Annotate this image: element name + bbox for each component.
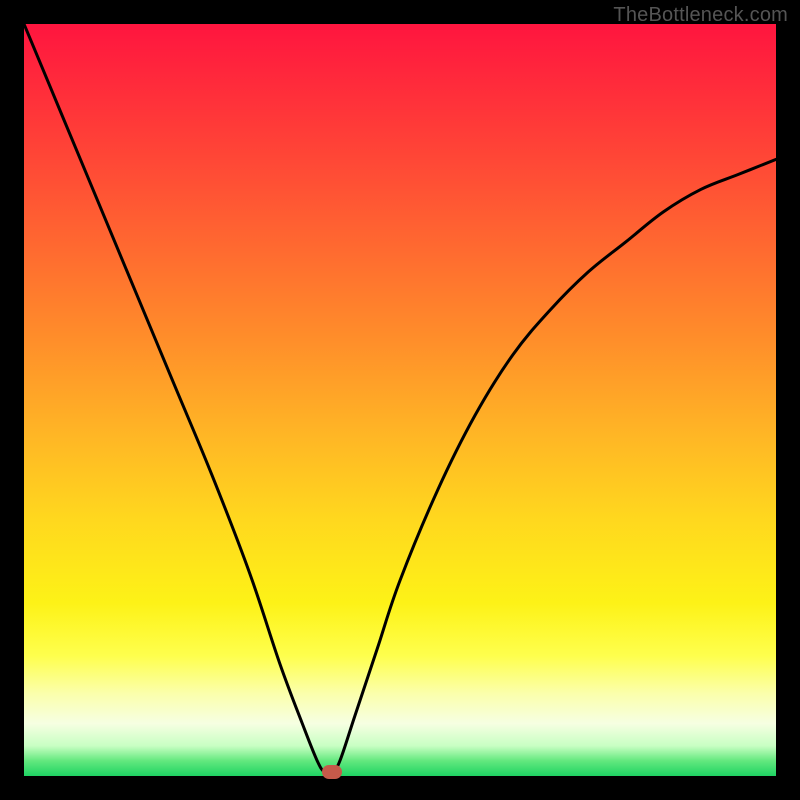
chart-area: [24, 24, 776, 776]
bottleneck-curve: [24, 24, 776, 774]
curve-svg: [24, 24, 776, 776]
watermark-text: TheBottleneck.com: [613, 4, 788, 27]
optimum-marker: [322, 765, 342, 779]
